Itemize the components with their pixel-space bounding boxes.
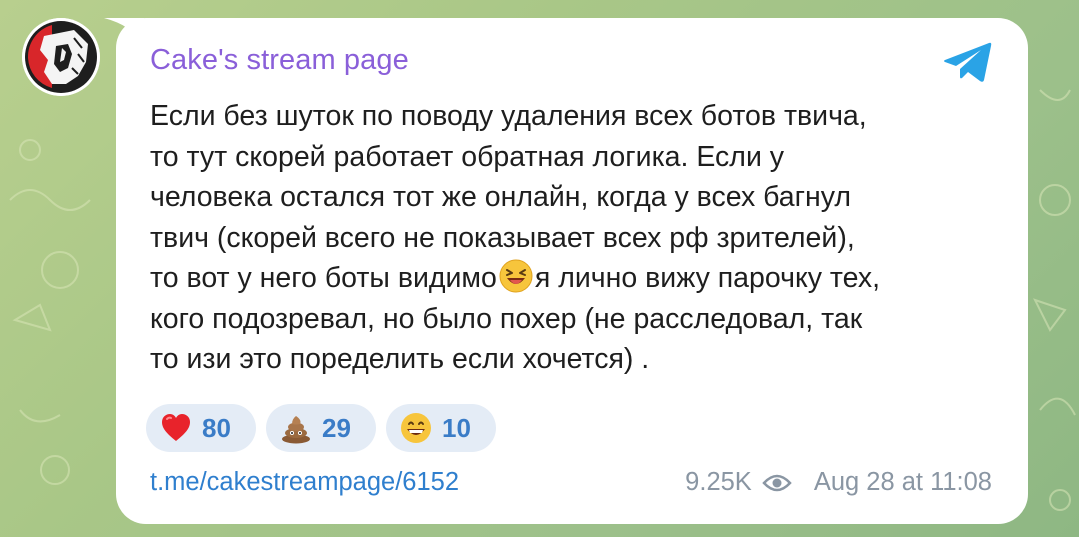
view-count: 9.25K	[685, 468, 752, 496]
post-link[interactable]: t.me/cakestreampage/6152	[150, 468, 459, 497]
message-text: Если без шуток по поводу удаления всех б…	[150, 96, 1012, 380]
message-line: человека остался тот же онлайн, когда у …	[150, 181, 852, 213]
reaction-count: 29	[322, 412, 351, 443]
post-timestamp: Aug 28 at 11:08	[813, 468, 992, 496]
message-line: то тут скорей работает обратная логика. …	[150, 140, 785, 173]
grinning-face-icon	[400, 412, 432, 444]
telegram-plane-icon[interactable]	[942, 40, 994, 84]
reaction-count: 80	[202, 412, 231, 443]
reaction-grin-button[interactable]: 10	[386, 404, 496, 452]
lion-logo-icon	[22, 18, 100, 96]
reaction-count: 10	[442, 412, 471, 443]
message-line: то изи это поределить если хочется) .	[150, 343, 650, 375]
channel-avatar[interactable]	[22, 18, 100, 96]
message-line: твич (скорей всего не показывает всех рф…	[150, 221, 855, 254]
pile-of-poo-icon	[280, 412, 312, 444]
reaction-poo-button[interactable]: 29	[266, 404, 376, 452]
message-segment: я лично вижу парочку тех,	[534, 262, 881, 294]
message-line: кого подозревал, но было похер (не рассл…	[150, 302, 863, 335]
message-line-with-emoji: то вот у него боты видимо я лично вижу п…	[150, 258, 1012, 299]
red-heart-icon	[160, 412, 192, 444]
channel-title[interactable]: Cake's stream page	[150, 44, 409, 77]
eye-icon	[762, 474, 792, 491]
post-meta: 9.25K Aug 28 at 11:08	[685, 468, 992, 497]
laughing-emoji-icon	[499, 259, 533, 293]
reaction-heart-button[interactable]: 80	[146, 404, 256, 452]
message-bubble: Cake's stream page Если без шуток по пов…	[116, 18, 1028, 524]
message-line: Если без шуток по поводу удаления всех б…	[150, 100, 867, 132]
message-segment: то вот у него боты видимо	[150, 262, 497, 294]
